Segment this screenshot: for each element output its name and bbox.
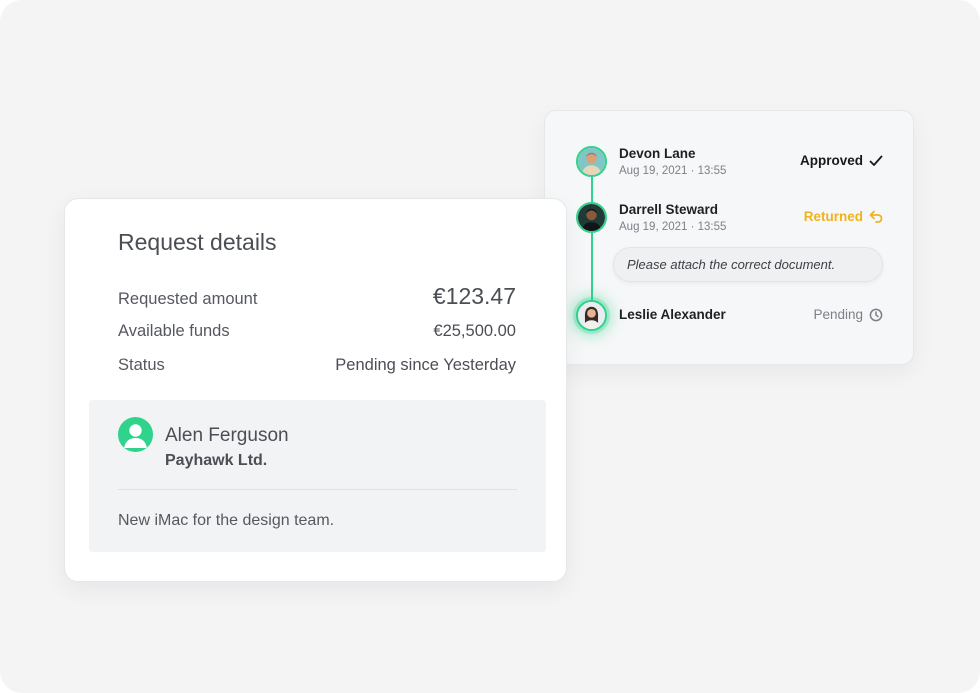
request-details-card: Request details Requested amount €123.47… bbox=[64, 198, 567, 582]
clock-icon bbox=[869, 308, 883, 322]
detail-row-available-funds: Available funds €25,500.00 bbox=[118, 322, 516, 341]
return-comment-bubble: Please attach the correct document. bbox=[613, 247, 883, 282]
status-approved: Approved bbox=[800, 153, 883, 168]
requester-name: Alen Ferguson bbox=[165, 425, 289, 446]
approver-name: Darrell Steward bbox=[619, 202, 719, 217]
request-note: New iMac for the design team. bbox=[118, 512, 335, 529]
status-label: Approved bbox=[799, 153, 863, 168]
checkmark-icon bbox=[869, 155, 883, 167]
status-label: Pending bbox=[813, 307, 863, 322]
comment-text: Please attach the correct document. bbox=[627, 257, 836, 272]
approver-avatar-leslie[interactable] bbox=[576, 300, 607, 331]
status-pending: Pending bbox=[813, 307, 883, 322]
canvas-background: Devon Lane Aug 19, 2021 · 13:55 Approved… bbox=[0, 0, 980, 693]
approver-avatar-darrell[interactable] bbox=[576, 202, 607, 233]
approval-timeline-card: Devon Lane Aug 19, 2021 · 13:55 Approved… bbox=[544, 110, 914, 365]
detail-label: Requested amount bbox=[118, 290, 258, 308]
requester-panel: Alen Ferguson Payhawk Ltd. New iMac for … bbox=[89, 400, 546, 552]
available-funds-value: €25,500.00 bbox=[433, 322, 516, 340]
approval-timestamp: Aug 19, 2021 · 13:55 bbox=[619, 165, 727, 177]
approver-name: Leslie Alexander bbox=[619, 307, 726, 322]
approver-avatar-devon[interactable] bbox=[576, 146, 607, 177]
detail-label: Available funds bbox=[118, 322, 230, 340]
detail-row-status: Status Pending since Yesterday bbox=[118, 356, 516, 375]
divider bbox=[118, 489, 517, 490]
approver-name: Devon Lane bbox=[619, 146, 696, 161]
user-icon bbox=[118, 417, 153, 452]
timeline-connector bbox=[590, 177, 593, 317]
status-returned: Returned bbox=[804, 209, 883, 224]
card-title: Request details bbox=[118, 229, 277, 255]
detail-label: Status bbox=[118, 356, 165, 374]
detail-row-requested-amount: Requested amount €123.47 bbox=[118, 283, 516, 310]
status-value: Pending since Yesterday bbox=[335, 356, 516, 374]
return-arrow-icon bbox=[869, 210, 883, 223]
requester-company: Payhawk Ltd. bbox=[165, 452, 268, 469]
requested-amount-value: €123.47 bbox=[432, 283, 516, 309]
status-label: Returned bbox=[803, 209, 863, 224]
approval-timestamp: Aug 19, 2021 · 13:55 bbox=[619, 221, 727, 233]
